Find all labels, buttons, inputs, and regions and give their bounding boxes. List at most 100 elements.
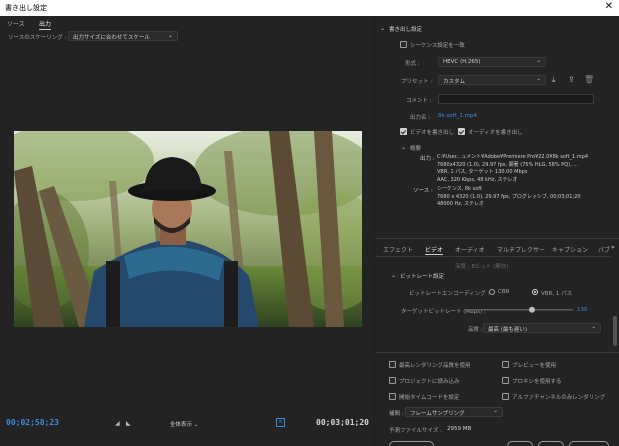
use-proxy-checkbox[interactable]: [502, 377, 509, 384]
preset-value: カスタム: [443, 79, 466, 85]
export-settings-pane: ⌄ 書き出し設定 シーケンス設定を一致 形式 : HEVC (H.265) ⌄ …: [375, 16, 619, 446]
set-out-point-icon[interactable]: ◣: [126, 420, 131, 427]
chevron-down-icon: ⌄: [193, 422, 199, 428]
output-name-label: 出力名 :: [410, 115, 431, 121]
divider: [375, 238, 619, 239]
bitrate-encoding-label: ビットレートエンコーディング :: [409, 291, 490, 297]
summary-source-line: 48000 Hz, ステレオ: [437, 201, 485, 207]
alpha-only-label: アルファチャンネルのみレンダリング: [512, 395, 606, 401]
format-select[interactable]: HEVC (H.265) ⌄: [438, 57, 546, 67]
tab-audio[interactable]: オーディオ: [455, 245, 485, 254]
comment-input[interactable]: [438, 94, 594, 104]
import-preset-icon[interactable]: ⇪: [568, 75, 575, 84]
output-name-link[interactable]: 8k soft_1.mp4: [438, 113, 477, 119]
target-bitrate-slider[interactable]: [465, 305, 573, 315]
set-in-point-icon[interactable]: ◢: [115, 420, 120, 427]
summary-output-line: C:¥User...ュメント¥Adobe¥Premiere Pro¥22.0¥8…: [437, 154, 589, 160]
summary-output-line: 7680x4320 (1.0), 29.97 fps, 顕著 (75% HLG,…: [437, 161, 579, 168]
divider: [375, 352, 619, 353]
alpha-only-checkbox[interactable]: [502, 393, 509, 400]
scaling-select-value: 出力サイズに合わせてスケール: [73, 35, 150, 41]
chevron-down-icon: ⌄: [591, 324, 596, 330]
export-audio-checkbox[interactable]: [458, 128, 465, 135]
source-range-icon[interactable]: ≡: [276, 418, 285, 427]
export-video-checkbox[interactable]: [400, 128, 407, 135]
summary-output-text: C:¥User...ュメント¥Adobe¥Premiere Pro¥22.0¥8…: [437, 154, 617, 184]
slider-knob[interactable]: [528, 306, 535, 313]
metadata-button[interactable]: [389, 441, 434, 446]
preview-image: [14, 131, 362, 327]
interpolation-select[interactable]: フレームサンプリング ⌄: [405, 407, 503, 417]
summary-title: 概要: [410, 146, 422, 152]
zoom-select-value: 全体表示: [170, 422, 193, 428]
match-sequence-label: シーケンス設定を一致: [410, 43, 465, 49]
set-start-tc-checkbox[interactable]: [389, 393, 396, 400]
use-preview-checkbox[interactable]: [502, 361, 509, 368]
close-icon[interactable]: ✕: [605, 1, 613, 12]
import-project-label: プロジェクトに読み込み: [399, 379, 460, 385]
import-project-checkbox[interactable]: [389, 377, 396, 384]
tab-video[interactable]: ビデオ: [425, 245, 444, 255]
target-bitrate-value[interactable]: 130: [577, 307, 588, 313]
summary-source-label: ソース :: [413, 188, 433, 194]
chevron-down-icon: ⌄: [167, 32, 173, 39]
title-bar: 書き出し設定 ✕: [0, 0, 619, 16]
vbr-radio[interactable]: [532, 289, 538, 295]
video-preview: [14, 131, 362, 327]
queue-button[interactable]: [507, 441, 533, 446]
vbr-label: VBR, 1 パス: [541, 291, 573, 297]
preview-pane: ソース 出力 ソースのスケーリング : 出力サイズに合わせてスケール ⌄ 00;…: [0, 16, 374, 446]
tab-multiplexer[interactable]: マルチプレクサー: [497, 245, 545, 254]
divider: [375, 256, 611, 257]
save-preset-icon[interactable]: ⤓: [552, 75, 556, 85]
zoom-select[interactable]: 全体表示 ⌄: [170, 420, 210, 429]
max-render-checkbox[interactable]: [389, 361, 396, 368]
more-tabs-icon[interactable]: »: [611, 244, 615, 251]
chevron-down-icon: ⌄: [536, 58, 541, 64]
quality-select[interactable]: 最高 (最も遅い) ⌄: [483, 323, 601, 333]
set-start-tc-label: 開始タイムコードを設定: [399, 395, 460, 401]
delete-preset-icon[interactable]: 🗑: [584, 75, 594, 84]
slider-track: [465, 309, 573, 311]
chevron-down-icon[interactable]: ⌄: [380, 25, 385, 32]
tab-captions[interactable]: キャプション: [552, 245, 588, 254]
bitrate-section-title: ビットレート設定: [400, 274, 445, 280]
section-title: 書き出し設定: [389, 27, 423, 33]
summary-source-line: 7680 x 4320 (1.0), 29.97 fps, プログレッシブ, 0…: [437, 193, 581, 200]
tab-source[interactable]: ソース: [7, 19, 25, 28]
interpolation-label: 補間 :: [389, 411, 404, 417]
cancel-button[interactable]: [569, 441, 609, 446]
summary-output-label: 出力 :: [420, 156, 435, 162]
summary-output-line: AAC, 320 Kbps, 48 kHz, ステレオ: [437, 176, 518, 183]
scaling-label: ソースのスケーリング :: [8, 35, 67, 41]
interpolation-value: フレームサンプリング: [410, 411, 465, 417]
summary-source-line: シーケンス, 8k soft: [437, 186, 482, 192]
summary-source-text: シーケンス, 8k soft 7680 x 4320 (1.0), 29.97 …: [437, 186, 617, 209]
comment-label: コメント :: [406, 98, 432, 104]
scaling-select[interactable]: 出力サイズに合わせてスケール ⌄: [68, 31, 178, 41]
chevron-down-icon[interactable]: ⌄: [401, 144, 406, 151]
chevron-down-icon[interactable]: ⌄: [391, 272, 396, 279]
format-label: 形式 :: [405, 61, 420, 67]
tab-effects[interactable]: エフェクト: [383, 245, 413, 254]
export-button[interactable]: [538, 441, 564, 446]
quality-value: 最高 (最も遅い): [488, 327, 528, 333]
export-audio-label: オーディオを書き出し: [468, 130, 523, 136]
preset-label: プリセット :: [401, 79, 433, 85]
depth-label: 深度 : 8ビット (無効): [455, 264, 509, 270]
chevron-down-icon: ⌄: [493, 408, 498, 414]
scrollbar-thumb[interactable]: [613, 316, 617, 346]
cbr-label: CBR: [498, 289, 510, 295]
current-timecode[interactable]: 00;02;58;23: [6, 418, 59, 427]
export-video-label: ビデオを書き出し: [410, 130, 455, 136]
window-title: 書き出し設定: [5, 4, 47, 12]
end-timecode: 00;03;01;20: [316, 418, 369, 427]
tab-publish[interactable]: パブ: [598, 245, 610, 254]
match-sequence-checkbox[interactable]: [400, 41, 407, 48]
summary-output-line: VBR, 1 パス, ターゲット 130.00 Mbps: [437, 169, 528, 175]
use-proxy-label: プロキシを使用する: [512, 379, 562, 385]
cbr-radio[interactable]: [489, 289, 495, 295]
tab-output[interactable]: 出力: [39, 19, 52, 30]
preset-select[interactable]: カスタム ⌄: [438, 75, 546, 85]
filesize-value: 2959 MB: [447, 426, 472, 432]
